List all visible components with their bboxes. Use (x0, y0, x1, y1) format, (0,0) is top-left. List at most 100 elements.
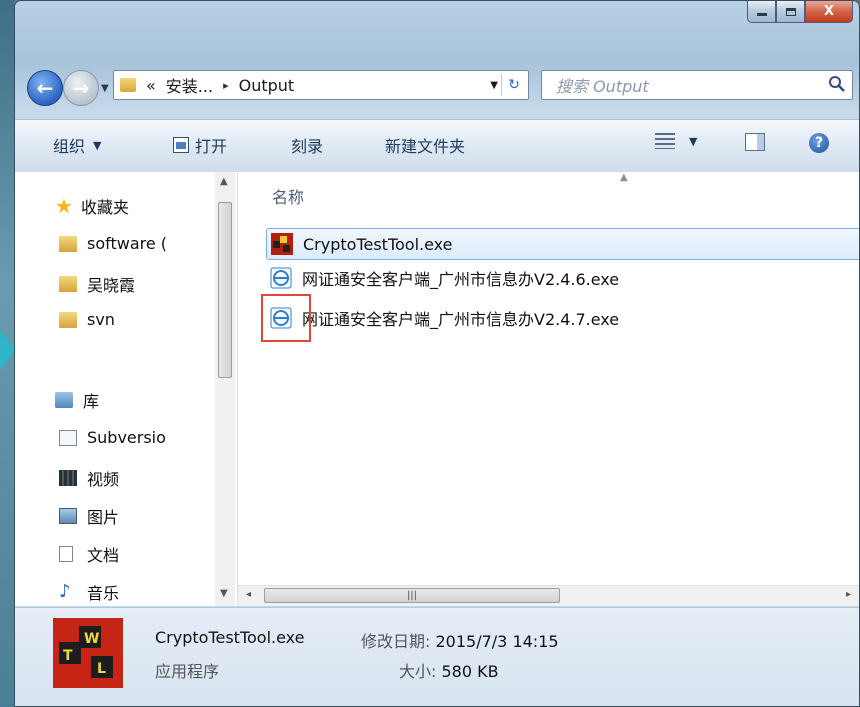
details-modified-value: 2015/7/3 14:15 (435, 632, 559, 651)
back-button[interactable]: ← (27, 70, 63, 106)
installer-exe-icon (270, 267, 292, 289)
navigation-pane: ★ 收藏夹 software ( 吴晓霞 svn 库 Subversio 视频 (15, 172, 238, 606)
nav-scroll-thumb[interactable] (218, 202, 232, 378)
details-modified: 修改日期: 2015/7/3 14:15 (361, 628, 559, 652)
cryptotool-large-icon: W T L (53, 618, 123, 688)
nav-item-svn[interactable]: svn (59, 310, 115, 329)
file-row-installer-247[interactable]: 网证通安全客户端_广州市信息办V2.4.7.exe (266, 302, 859, 334)
breadcrumb-current[interactable]: Output (239, 76, 295, 95)
details-pane: W T L CryptoTestTool.exe 应用程序 修改日期: 2015… (15, 607, 859, 706)
views-button[interactable]: ▼ (655, 133, 697, 149)
file-row-installer-246[interactable]: 网证通安全客户端_广州市信息办V2.4.6.exe (266, 262, 859, 294)
nav-item-label: 视频 (87, 470, 120, 489)
nav-item-documents[interactable]: 文档 (59, 542, 119, 566)
recent-pages-dropdown[interactable]: ▼ (101, 83, 109, 94)
chevron-down-icon: ▼ (93, 138, 102, 152)
nav-item-label: 图片 (87, 508, 120, 527)
folder-download-icon (59, 235, 77, 252)
nav-item-software[interactable]: software ( (59, 234, 167, 253)
search-input[interactable]: 搜索 Output (541, 70, 853, 100)
chevron-down-icon: ▼ (689, 134, 698, 148)
scroll-down-icon[interactable]: ▼ (220, 588, 228, 599)
file-list-scroll-thumb[interactable]: ||| (264, 588, 560, 603)
nav-item-subversion[interactable]: Subversio (59, 428, 166, 447)
picture-library-icon (59, 508, 77, 524)
file-name: 网证通安全客户端_广州市信息办V2.4.7.exe (302, 310, 620, 329)
burn-label: 刻录 (291, 137, 324, 156)
cryptotool-exe-icon (271, 233, 293, 255)
nav-scrollbar[interactable]: ▲ ▼ (215, 172, 235, 606)
document-icon (59, 546, 73, 562)
maximize-button[interactable] (776, 1, 805, 23)
nav-item-pictures[interactable]: 图片 (59, 504, 119, 528)
highlight-annotation (261, 294, 311, 342)
details-modified-label: 修改日期: (361, 632, 431, 651)
help-icon: ? (809, 133, 829, 153)
nav-item-videos[interactable]: 视频 (59, 466, 119, 490)
nav-favorites-label: 收藏夹 (80, 198, 129, 217)
nav-item-label: 音乐 (87, 584, 120, 603)
minimize-icon (756, 13, 767, 16)
refresh-button[interactable]: ↻ (501, 74, 526, 96)
open-icon (173, 137, 189, 153)
grip-icon: ||| (406, 590, 418, 601)
nav-libraries-label: 库 (83, 392, 100, 411)
folder-icon (120, 78, 136, 92)
file-row-cryptotesttool[interactable]: CryptoTestTool.exe (266, 228, 859, 260)
nav-libraries[interactable]: 库 (55, 388, 99, 412)
file-name: CryptoTestTool.exe (303, 234, 453, 254)
views-icon (655, 133, 675, 149)
burn-button[interactable]: 刻录 (291, 133, 323, 157)
details-size-label: 大小: (399, 662, 437, 681)
scroll-left-icon[interactable]: ◂ (246, 589, 251, 600)
breadcrumb-separator-icon[interactable]: ▸ (223, 79, 229, 92)
preview-pane-button[interactable] (745, 133, 765, 151)
preview-pane-icon (745, 133, 765, 151)
scroll-up-icon[interactable]: ▲ (220, 176, 228, 187)
file-list-pane: ▲ 名称 CryptoTestTool.exe 网证通安全客户端_广州市信息办V… (238, 172, 859, 606)
svg-text:W: W (84, 631, 99, 647)
file-list-scrollbar[interactable]: ◂ ||| ▸ (238, 585, 859, 606)
nav-item-label: 吴晓霞 (87, 276, 136, 295)
column-header-name[interactable]: 名称 (272, 184, 304, 208)
star-icon: ★ (55, 194, 73, 218)
command-bar: 组织 ▼ 打开 刻录 新建文件夹 ▼ ? (15, 119, 859, 173)
details-size-value: 580 KB (441, 662, 499, 681)
library-icon (55, 392, 73, 408)
organize-button[interactable]: 组织 ▼ (53, 133, 101, 157)
svg-text:L: L (97, 661, 106, 677)
address-dropdown-icon[interactable]: ▼ (490, 80, 498, 91)
close-button[interactable]: X (805, 1, 853, 23)
svg-text:T: T (63, 648, 73, 664)
refresh-icon: ↻ (508, 77, 520, 93)
forward-button[interactable]: → (63, 70, 99, 106)
nav-favorites[interactable]: ★ 收藏夹 (55, 194, 129, 218)
nav-item-label: 文档 (87, 546, 120, 565)
address-bar[interactable]: « 安装... ▸ Output ▼ ↻ (113, 70, 529, 100)
folder-icon (59, 311, 77, 328)
open-label: 打开 (195, 137, 228, 156)
video-library-icon (59, 470, 77, 486)
open-button[interactable]: 打开 (173, 133, 227, 157)
help-button[interactable]: ? (809, 133, 829, 153)
minimize-button[interactable] (747, 1, 776, 23)
details-file-type: 应用程序 (155, 662, 220, 681)
maximize-icon (785, 7, 796, 16)
explorer-window: X ← → ▼ « 安装... ▸ Output ▼ ↻ 搜索 Output 组… (14, 0, 860, 707)
sort-ascending-icon: ▲ (620, 172, 628, 183)
nav-item-music[interactable]: ♪ 音乐 (59, 580, 119, 604)
organize-label: 组织 (53, 137, 86, 156)
details-size: 大小: 580 KB (399, 658, 499, 682)
nav-item-wuxiaoxia[interactable]: 吴晓霞 (59, 272, 135, 296)
new-folder-button[interactable]: 新建文件夹 (385, 133, 465, 157)
file-name: 网证通安全客户端_广州市信息办V2.4.6.exe (302, 270, 620, 289)
nav-item-label: svn (87, 310, 115, 329)
nav-item-label: Subversio (87, 428, 166, 447)
forward-arrow-icon: → (72, 76, 90, 100)
scroll-right-icon[interactable]: ▸ (846, 589, 851, 600)
search-icon[interactable] (828, 75, 846, 93)
details-file-name: CryptoTestTool.exe (155, 628, 305, 647)
breadcrumb-overflow[interactable]: « (146, 76, 156, 95)
caption-buttons: X (747, 1, 853, 23)
breadcrumb-parent[interactable]: 安装... (166, 73, 213, 97)
